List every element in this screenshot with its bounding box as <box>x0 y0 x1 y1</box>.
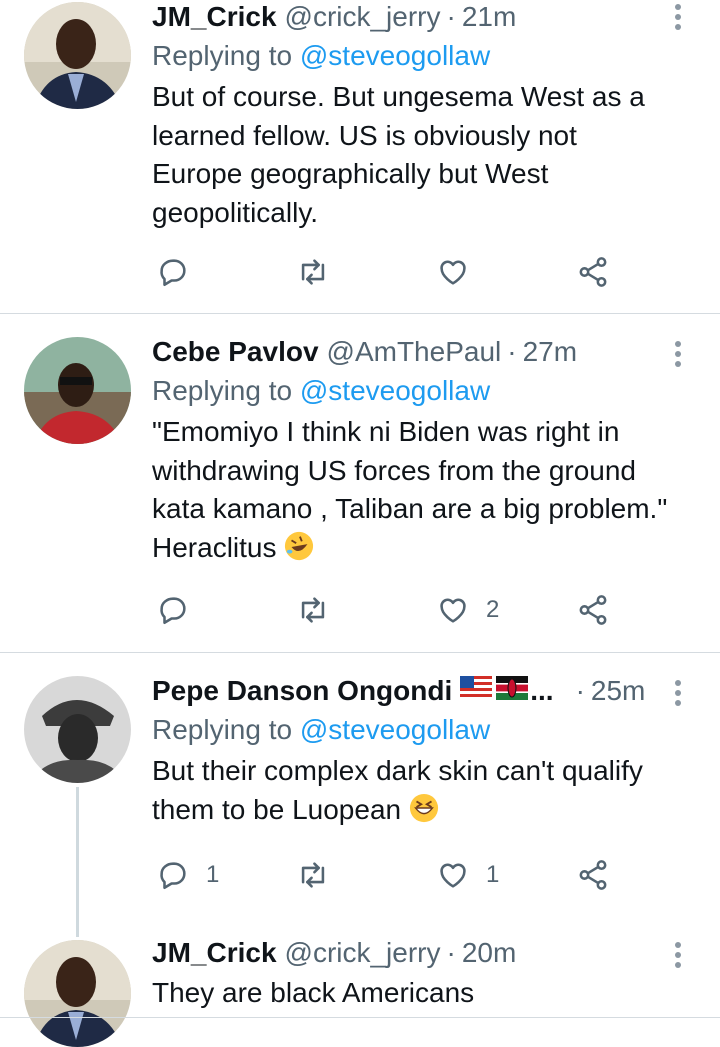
reply-count: 1 <box>206 861 220 888</box>
reply-icon <box>160 597 186 625</box>
replying-to: Replying to @steveogollaw <box>152 712 670 748</box>
separator-dot: · <box>575 675 585 706</box>
more-icon[interactable] <box>666 676 690 710</box>
share-icon <box>579 860 607 890</box>
tweet-divider <box>0 313 720 314</box>
tweet-text-line: But of course. But ungesema West as a <box>152 81 645 112</box>
user-handle[interactable]: @crick_jerry <box>285 936 441 970</box>
tweet-text: But their complex dark skin can't qualif… <box>152 752 670 829</box>
timestamp[interactable]: 21m <box>462 0 516 34</box>
tweet-text: They are black Americans <box>152 974 670 1013</box>
replying-to-label: Replying to <box>152 375 293 406</box>
grinning-squinting-emoji <box>409 793 438 822</box>
action-bar: 2 <box>152 590 632 630</box>
separator-dot: · <box>446 1 456 32</box>
avatar[interactable] <box>24 2 131 109</box>
more-icon[interactable] <box>666 938 690 972</box>
rolling-on-floor-laughing-emoji <box>285 531 314 560</box>
display-name[interactable]: Cebe Pavlov <box>152 335 319 369</box>
reply-icon <box>160 862 186 890</box>
tweet-text-line: But their complex dark skin can't qualif… <box>152 755 643 786</box>
more-icon[interactable] <box>666 337 690 371</box>
like-button[interactable]: 1 <box>436 855 499 895</box>
mention-link[interactable]: @steveogollaw <box>300 40 490 71</box>
display-name[interactable]: JM_Crick <box>152 0 277 34</box>
share-button[interactable] <box>576 252 610 292</box>
tweet-text-line: "Emomiyo I think ni Biden was right in <box>152 416 620 447</box>
avatar[interactable] <box>24 676 131 783</box>
like-button[interactable]: 2 <box>436 590 499 630</box>
replying-to-label: Replying to <box>152 40 293 71</box>
reply-button[interactable] <box>156 590 190 630</box>
mention-link[interactable]: @steveogollaw <box>300 714 490 745</box>
replying-to: Replying to @steveogollaw <box>152 373 670 409</box>
retweet-button[interactable] <box>296 590 330 630</box>
retweet-icon <box>301 597 325 623</box>
tweet-divider <box>0 652 720 653</box>
like-icon <box>440 863 466 888</box>
reply-button[interactable]: 1 <box>156 855 219 895</box>
tweet-text-line: learned fellow. US is obviously not <box>152 119 577 151</box>
timestamp[interactable]: 27m <box>523 335 577 369</box>
name-truncation: ... <box>530 675 554 706</box>
like-icon <box>440 598 466 623</box>
timestamp[interactable]: 25m <box>591 674 645 708</box>
tweet-text-line: They are black Americans <box>152 977 475 1008</box>
separator-dot: · <box>446 937 456 968</box>
tweet-text-line: Europe geographically but West <box>152 158 549 189</box>
like-count: 1 <box>486 861 500 888</box>
action-bar <box>152 252 632 292</box>
mention-link[interactable]: @steveogollaw <box>300 375 490 406</box>
like-icon <box>440 260 466 285</box>
tweet-text-fragment: them to be Luopean <box>152 793 402 825</box>
us-flag-icon <box>460 676 493 700</box>
like-button[interactable] <box>436 252 470 292</box>
retweet-icon <box>301 259 325 285</box>
thread-connector <box>76 787 79 937</box>
replying-to: Replying to @steveogollaw <box>152 38 670 74</box>
replying-to-label: Replying to <box>152 714 293 745</box>
tweet-text: "Emomiyo I think ni Biden was right in w… <box>152 413 670 567</box>
like-count: 2 <box>486 596 500 623</box>
reply-button[interactable] <box>156 252 190 292</box>
reply-icon <box>160 259 186 287</box>
tweet-text-line: kata kamano , Taliban are a big problem.… <box>152 493 668 524</box>
tweet-text-line: withdrawing US forces from the ground <box>152 454 636 486</box>
separator-dot: · <box>507 336 517 367</box>
tweet-text-line: geopolitically. <box>152 196 319 228</box>
retweet-button[interactable] <box>296 252 330 292</box>
avatar[interactable] <box>24 337 131 444</box>
share-button[interactable] <box>576 855 610 895</box>
tweet-text: But of course. But ungesema West as a le… <box>152 78 670 232</box>
timestamp[interactable]: 20m <box>462 936 516 970</box>
share-icon <box>579 595 607 625</box>
user-handle[interactable]: @crick_jerry <box>285 0 441 34</box>
action-bar: 1 1 <box>152 855 632 895</box>
user-handle[interactable]: @AmThePaul <box>327 335 502 369</box>
tweet-text-fragment: Heraclitus <box>152 531 277 563</box>
tweet-text-line: Heraclitus <box>152 529 670 568</box>
tweet-text-line: them to be Luopean <box>152 791 670 830</box>
display-name[interactable]: Pepe Danson Ongondi <box>152 674 452 708</box>
retweet-icon <box>301 862 325 888</box>
kenya-flag-icon <box>496 676 529 700</box>
more-icon[interactable] <box>666 0 690 34</box>
avatar[interactable] <box>24 940 131 1047</box>
share-button[interactable] <box>576 590 610 630</box>
retweet-button[interactable] <box>296 855 330 895</box>
bottom-divider <box>0 1017 720 1018</box>
display-name[interactable]: JM_Crick <box>152 936 277 970</box>
share-icon <box>579 257 607 287</box>
